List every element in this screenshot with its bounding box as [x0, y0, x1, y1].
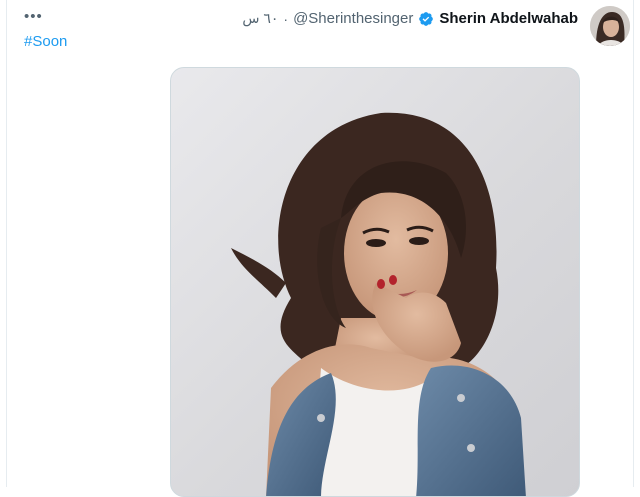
verified-badge-icon — [419, 11, 434, 26]
tweet-timestamp[interactable]: ٦٠ س — [242, 10, 278, 27]
avatar-image — [590, 6, 630, 46]
tweet-header: ٦٠ س · @Sherinthesinger Sherin Abdelwaha… — [242, 10, 578, 27]
portrait-photo — [231, 112, 526, 496]
user-handle[interactable]: @Sherinthesinger — [293, 10, 413, 27]
user-avatar[interactable] — [590, 6, 630, 46]
more-options-button[interactable]: ••• — [24, 8, 43, 25]
user-display-name[interactable]: Sherin Abdelwahab — [439, 10, 578, 27]
header-separator: · — [283, 10, 289, 27]
tweet-photo[interactable] — [170, 67, 580, 497]
hashtag-link[interactable]: #Soon — [24, 33, 67, 50]
